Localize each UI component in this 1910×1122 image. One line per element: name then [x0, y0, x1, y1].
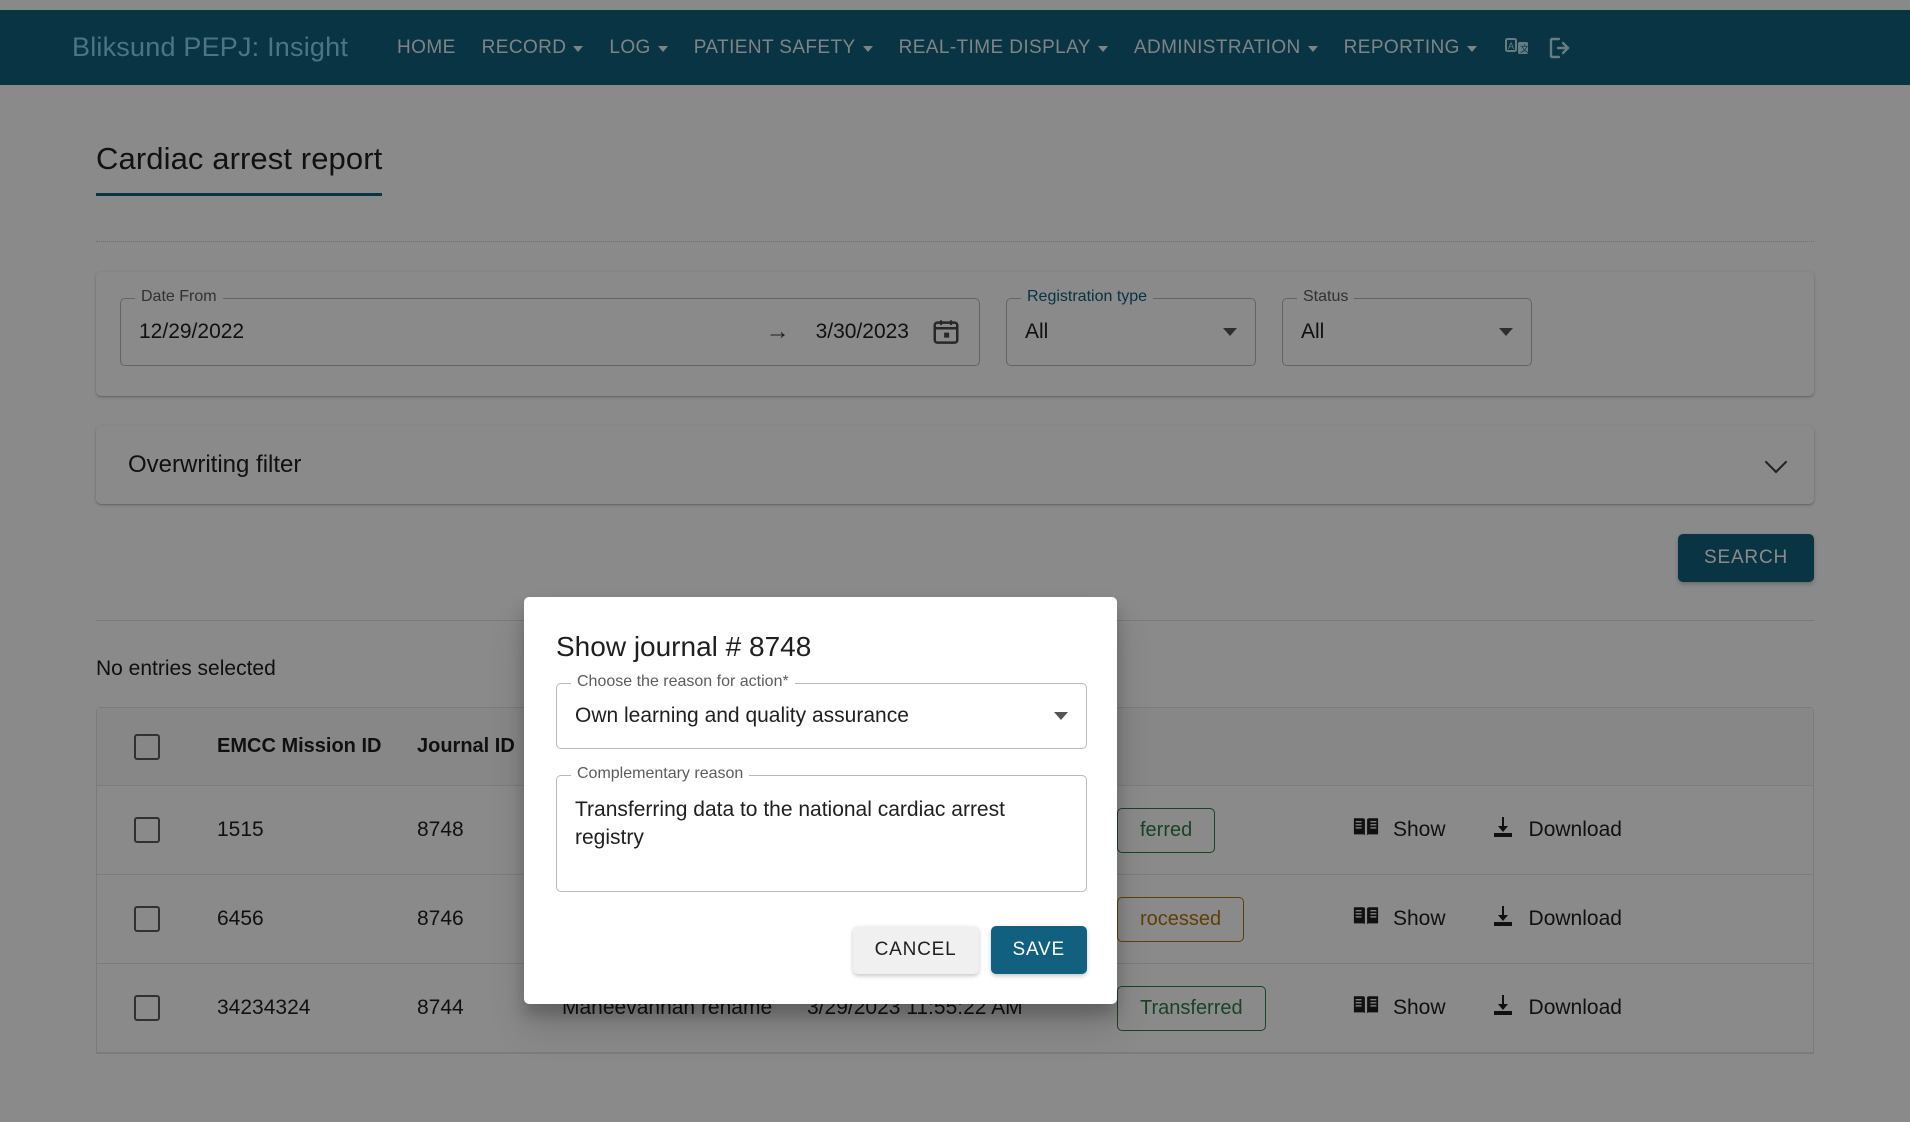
complementary-reason-value[interactable]: Transferring data to the national cardia… [575, 796, 1068, 852]
dialog-title: Show journal # 8748 [556, 631, 812, 662]
save-button[interactable]: SAVE [990, 926, 1087, 974]
show-journal-dialog: Show journal # 8748 Choose the reason fo… [524, 597, 1117, 1004]
cancel-button[interactable]: CANCEL [852, 926, 979, 974]
dialog-body: Choose the reason for action* Own learni… [524, 673, 1117, 892]
reason-for-action-value: Own learning and quality assurance [575, 704, 909, 727]
reason-for-action-select[interactable]: Choose the reason for action* Own learni… [556, 673, 1087, 749]
complementary-reason-legend: Complementary reason [571, 765, 750, 783]
reason-for-action-legend: Choose the reason for action* [571, 673, 795, 691]
chevron-down-icon [1054, 712, 1068, 720]
dialog-actions: CANCEL SAVE [524, 918, 1117, 1004]
complementary-reason-field[interactable]: Complementary reason Transferring data t… [556, 765, 1087, 892]
